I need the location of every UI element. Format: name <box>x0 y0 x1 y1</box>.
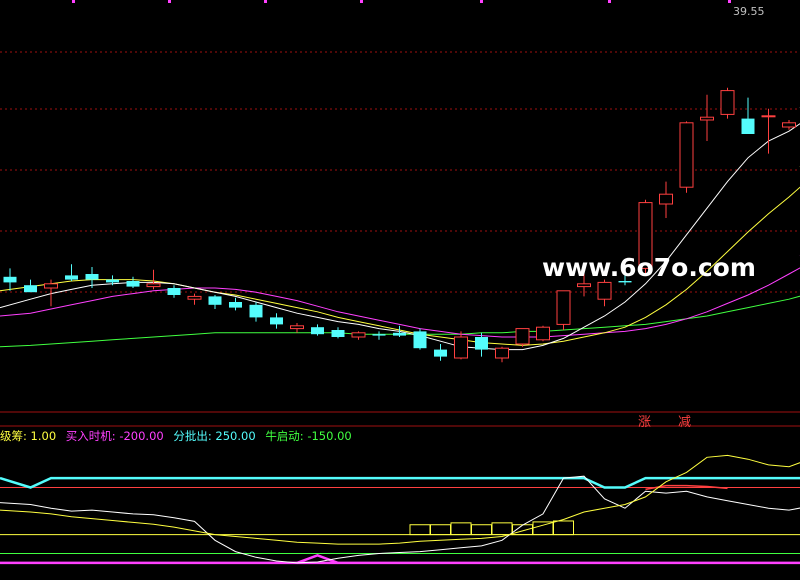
candle-down <box>372 331 386 340</box>
candle-body <box>782 122 796 128</box>
candle-body <box>229 302 242 308</box>
candle-up <box>351 331 366 340</box>
legend-buy-timing: 买入时机: -200.00 <box>65 429 164 443</box>
legend-chip-level: 级筹: 1.00 <box>0 429 57 443</box>
top-tick-mark <box>360 0 363 3</box>
legend-bull-start: 牛启动: -150.00 <box>265 429 352 443</box>
candle-up <box>659 181 673 218</box>
hollow-bar <box>409 524 431 536</box>
candle-up <box>495 346 509 363</box>
candle-up <box>761 108 776 154</box>
candle-up <box>146 269 161 290</box>
hollow-bar <box>553 520 574 536</box>
indicator-legend: 级筹: 1.00 买入时机: -200.00 分批出: 250.00 牛启动: … <box>0 428 352 444</box>
top-tick-mark <box>480 0 483 3</box>
candle-body <box>536 326 550 341</box>
candle-body <box>679 122 694 188</box>
candle-down <box>311 324 324 336</box>
candle-body <box>556 290 571 325</box>
candle-up <box>290 323 304 333</box>
main-panel-grid <box>0 0 800 427</box>
candle-body <box>208 296 222 305</box>
candle-body <box>454 336 468 359</box>
candle-body <box>167 288 181 295</box>
candle-body <box>290 325 304 330</box>
legend-chips: 级筹: 1.00 <box>0 429 56 443</box>
candle-down <box>3 268 17 291</box>
fall-marker-label: 减 <box>678 415 692 430</box>
oscillator-yellow-line <box>0 454 800 545</box>
watermark-text: www.6o7o.com <box>542 253 756 282</box>
candle-body <box>577 283 591 288</box>
candle-body <box>413 331 427 349</box>
candle-body <box>372 334 386 336</box>
candle-body <box>249 304 263 318</box>
candle-down <box>413 328 427 350</box>
top-tick-mark <box>264 0 267 3</box>
candle-down <box>249 302 263 322</box>
candle-body <box>65 275 78 280</box>
candle-body <box>720 90 735 115</box>
hollow-bar <box>532 521 554 536</box>
candle-body <box>515 328 530 345</box>
candle-down <box>270 313 283 329</box>
candle-body <box>24 285 37 293</box>
candle-down <box>741 97 755 134</box>
candle-body <box>351 332 366 338</box>
last-price-label: 39.55 <box>733 5 765 18</box>
top-tick-mark <box>608 0 611 3</box>
candle-up <box>597 279 612 307</box>
candlestick-series <box>3 87 796 363</box>
candle-down <box>208 295 222 309</box>
candle-body <box>475 337 488 350</box>
candle-down <box>24 279 37 293</box>
candle-body <box>106 279 119 283</box>
top-tick-mark <box>72 0 75 3</box>
candle-body <box>44 283 58 289</box>
candle-body <box>659 193 673 205</box>
candle-up <box>515 328 530 347</box>
candle-body <box>3 276 17 283</box>
stock-chart-svg <box>0 0 800 565</box>
candle-body <box>495 347 509 359</box>
candle-body <box>741 118 755 134</box>
candle-down <box>126 276 140 288</box>
candle-body <box>393 332 406 336</box>
candle-up <box>700 94 714 141</box>
moving-average-ma4 <box>0 289 800 348</box>
candle-body <box>311 327 324 335</box>
candle-down <box>434 344 447 361</box>
oscillator-white-line <box>0 475 800 564</box>
candle-body <box>85 274 99 280</box>
candle-down <box>229 297 242 311</box>
candle-body <box>270 317 283 325</box>
candle-down <box>167 285 181 298</box>
hollow-bar <box>491 522 513 536</box>
legend-batch-sell: 分批出: 250.00 <box>173 429 256 443</box>
candle-down <box>65 264 78 281</box>
hollow-bar <box>450 522 472 536</box>
candle-up <box>454 331 468 360</box>
indicator-panel <box>0 454 800 565</box>
candle-body <box>331 330 345 337</box>
candle-body <box>434 349 447 357</box>
hollow-bar <box>430 524 451 536</box>
candle-up <box>187 293 202 305</box>
top-tick-mark <box>728 0 731 3</box>
candle-body <box>187 295 202 300</box>
candle-up <box>679 121 694 193</box>
hollow-bar <box>471 524 492 536</box>
top-tick-mark <box>168 0 171 3</box>
candle-down <box>331 327 345 339</box>
candle-up <box>536 325 550 342</box>
candle-up <box>720 87 735 119</box>
candle-body <box>146 283 161 288</box>
candle-up <box>556 290 571 330</box>
candle-body <box>597 281 612 300</box>
candle-body <box>126 281 140 287</box>
stock-chart-stage: 39.55 www.6o7o.com 涨 减 级筹: 1.00 买入时机: -2… <box>0 0 800 580</box>
rise-marker-label: 涨 <box>638 415 652 430</box>
candle-body <box>700 116 714 121</box>
candle-body <box>761 115 776 118</box>
